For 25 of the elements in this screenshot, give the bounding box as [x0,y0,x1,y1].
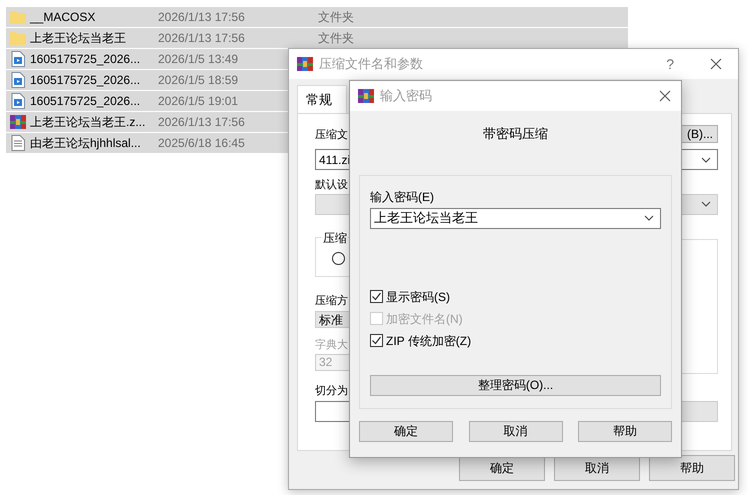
file-date: 2026/1/5 18:59 [158,72,238,89]
archive-name-label: 压缩文 [315,128,348,142]
file-name: 1605175725_2026... [30,93,142,110]
file-date: 2025/6/18 16:45 [158,135,245,152]
file-type: 文件夹 [318,30,354,47]
split-label: 切分为 [315,384,348,398]
file-name: 上老王论坛当老王 [30,30,127,47]
file-type: 文件夹 [318,9,354,26]
file-name: 由老王论坛hjhhlsal... [30,135,142,152]
file-name: 上老王论坛当老王.z... [30,114,146,131]
dictionary-label: 字典大 [315,338,348,353]
file-date: 2026/1/13 17:56 [158,30,245,47]
password-label: 输入密码(E) [370,188,435,206]
window-title: 输入密码 [380,87,432,106]
file-date: 2026/1/13 17:56 [158,9,245,26]
file-name: 1605175725_2026... [30,72,142,89]
file-date: 2026/1/5 13:49 [158,51,238,68]
profile-label: 默认设 [315,178,348,193]
method-label: 压缩方 [315,294,348,308]
file-name: 1605175725_2026... [30,51,142,68]
dialog-heading: 带密码压缩 [483,125,548,143]
window-title: 压缩文件名和参数 [319,55,423,74]
file-date: 2026/1/5 19:01 [158,93,238,110]
file-name: __MACOSX [30,9,96,26]
file-date: 2026/1/13 17:56 [158,114,245,131]
